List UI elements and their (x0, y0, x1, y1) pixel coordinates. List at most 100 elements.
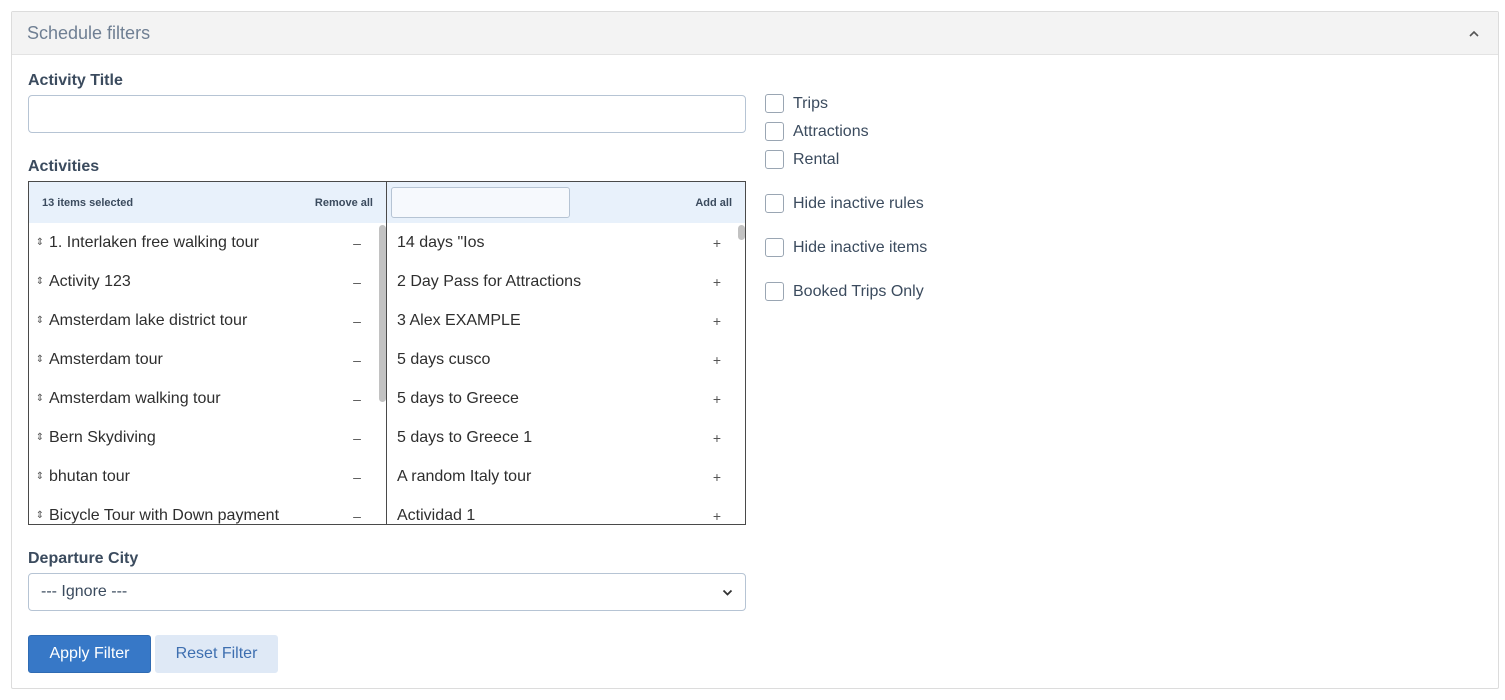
checkbox-trips-box[interactable] (765, 94, 784, 113)
selected-list-scrollbar[interactable] (379, 225, 386, 402)
checkbox-booked-trips-only-label: Booked Trips Only (793, 282, 924, 300)
checkbox-booked-trips-only[interactable]: Booked Trips Only (765, 282, 924, 301)
available-activity-item-label: 5 days to Greece (397, 389, 519, 407)
selected-activity-item-label: bhutan tour (49, 467, 130, 485)
chevron-down-icon (722, 583, 733, 601)
available-activity-item[interactable]: Actividad 1 + (387, 496, 745, 524)
panel-header[interactable]: Schedule filters (12, 12, 1498, 55)
checkbox-hide-inactive-items[interactable]: Hide inactive items (765, 238, 927, 257)
available-activities-column: Add all 14 days "Ios +2 Day Pass for Attr… (387, 182, 745, 524)
add-item-icon[interactable]: + (709, 469, 725, 485)
drag-handle-icon[interactable]: ⇕ (35, 393, 45, 404)
remove-item-icon[interactable]: – (349, 430, 365, 446)
selected-activity-item-label: Bicycle Tour with Down payment (49, 506, 280, 524)
available-activity-item-label: 5 days to Greece 1 (397, 428, 533, 446)
selected-activity-item-label: Amsterdam lake district tour (49, 311, 248, 329)
activity-title-input[interactable] (28, 95, 746, 133)
selected-activities-list[interactable]: ⇕ 1. Interlaken free walking tour – ⇕ Activi… (29, 223, 386, 524)
available-activities-list[interactable]: 14 days "Ios +2 Day Pass for Attractions +… (387, 223, 745, 524)
selected-activity-item-label: Activity 123 (49, 272, 131, 290)
checkbox-rental-label: Rental (793, 150, 840, 168)
available-activity-item[interactable]: 2 Day Pass for Attractions + (387, 262, 745, 301)
remove-all-button[interactable]: Remove all (315, 197, 373, 209)
checkbox-booked-trips-only-box[interactable] (765, 282, 784, 301)
reset-filter-button[interactable]: Reset Filter (155, 635, 278, 673)
available-activity-item[interactable]: 14 days "Ios + (387, 223, 745, 262)
add-item-icon[interactable]: + (709, 313, 725, 329)
available-activity-item[interactable]: 5 days to Greece 1 + (387, 418, 745, 457)
checkbox-hide-inactive-items-label: Hide inactive items (793, 238, 928, 256)
departure-city-label: Departure City (28, 550, 139, 567)
checkbox-attractions-label: Attractions (793, 122, 869, 140)
add-item-icon[interactable]: + (709, 352, 725, 368)
add-item-icon[interactable]: + (709, 274, 725, 290)
activity-title-label: Activity Title (28, 72, 123, 89)
selected-list-header: 13 items selected Remove all (29, 182, 386, 223)
available-list-header: Add all (387, 182, 745, 223)
selected-activity-item[interactable]: ⇕ 1. Interlaken free walking tour – (29, 223, 386, 262)
add-item-icon[interactable]: + (709, 430, 725, 446)
selected-activity-item[interactable]: ⇕ Bicycle Tour with Down payment – (29, 496, 386, 524)
available-activity-item-label: A random Italy tour (397, 467, 532, 485)
departure-city-value: --- Ignore --- (41, 583, 128, 600)
checkbox-hide-inactive-rules-box[interactable] (765, 194, 784, 213)
apply-filter-button[interactable]: Apply Filter (28, 635, 151, 673)
chevron-up-icon[interactable] (1467, 26, 1481, 40)
available-activity-item-label: 2 Day Pass for Attractions (397, 272, 582, 290)
activities-dual-listbox: 13 items selected Remove all ⇕ 1. Interla… (28, 181, 746, 525)
checkbox-rental-box[interactable] (765, 150, 784, 169)
panel-title: Schedule filters (27, 22, 151, 43)
selected-activity-item-label: Amsterdam tour (49, 350, 163, 368)
activities-label: Activities (28, 158, 100, 175)
selected-activity-item[interactable]: ⇕ Activity 123 – (29, 262, 386, 301)
drag-handle-icon[interactable]: ⇕ (35, 354, 45, 365)
selected-activity-item[interactable]: ⇕ Bern Skydiving – (29, 418, 386, 457)
selected-activity-item[interactable]: ⇕ bhutan tour – (29, 457, 386, 496)
checkbox-rental[interactable]: Rental (765, 150, 839, 169)
selected-activities-column: 13 items selected Remove all ⇕ 1. Interla… (29, 182, 387, 524)
drag-handle-icon[interactable]: ⇕ (35, 315, 45, 326)
drag-handle-icon[interactable]: ⇕ (35, 432, 45, 443)
available-activity-item-label: 3 Alex EXAMPLE (397, 311, 521, 329)
drag-handle-icon[interactable]: ⇕ (35, 510, 45, 521)
selected-activity-item[interactable]: ⇕ Amsterdam walking tour – (29, 379, 386, 418)
selected-count: 13 items selected (42, 196, 134, 209)
selected-activity-item[interactable]: ⇕ Amsterdam tour – (29, 340, 386, 379)
available-activity-item-label: 5 days cusco (397, 350, 491, 368)
available-activity-item[interactable]: A random Italy tour + (387, 457, 745, 496)
checkbox-hide-inactive-rules-label: Hide inactive rules (793, 194, 924, 212)
remove-item-icon[interactable]: – (349, 391, 365, 407)
checkbox-attractions[interactable]: Attractions (765, 122, 869, 141)
checkbox-trips-label: Trips (793, 94, 828, 112)
add-item-icon[interactable]: + (709, 508, 725, 524)
selected-activity-item-label: Amsterdam walking tour (49, 389, 221, 407)
available-activity-item[interactable]: 5 days cusco + (387, 340, 745, 379)
checkbox-attractions-box[interactable] (765, 122, 784, 141)
remove-item-icon[interactable]: – (349, 313, 365, 329)
remove-item-icon[interactable]: – (349, 274, 365, 290)
add-item-icon[interactable]: + (709, 391, 725, 407)
add-all-button[interactable]: Add all (695, 197, 732, 209)
available-search-input[interactable] (391, 187, 570, 218)
selected-activity-item[interactable]: ⇕ Amsterdam lake district tour – (29, 301, 386, 340)
remove-item-icon[interactable]: – (349, 352, 365, 368)
remove-item-icon[interactable]: – (349, 508, 365, 524)
available-activity-item-label: 14 days "Ios (397, 233, 485, 251)
drag-handle-icon[interactable]: ⇕ (35, 237, 45, 248)
checkbox-hide-inactive-items-box[interactable] (765, 238, 784, 257)
available-activity-item[interactable]: 5 days to Greece + (387, 379, 745, 418)
checkbox-hide-inactive-rules[interactable]: Hide inactive rules (765, 194, 924, 213)
schedule-filters-panel: Schedule filters Activity Title Activiti… (11, 11, 1499, 689)
checkbox-trips[interactable]: Trips (765, 94, 828, 113)
drag-handle-icon[interactable]: ⇕ (35, 471, 45, 482)
drag-handle-icon[interactable]: ⇕ (35, 276, 45, 287)
selected-activity-item-label: 1. Interlaken free walking tour (49, 233, 259, 251)
departure-city-select[interactable]: --- Ignore --- (28, 573, 746, 611)
remove-item-icon[interactable]: – (349, 235, 365, 251)
remove-item-icon[interactable]: – (349, 469, 365, 485)
available-list-scrollbar[interactable] (738, 225, 745, 240)
available-activity-item[interactable]: 3 Alex EXAMPLE + (387, 301, 745, 340)
available-activity-item-label: Actividad 1 (397, 506, 476, 524)
add-item-icon[interactable]: + (709, 235, 725, 251)
selected-activity-item-label: Bern Skydiving (49, 428, 156, 446)
